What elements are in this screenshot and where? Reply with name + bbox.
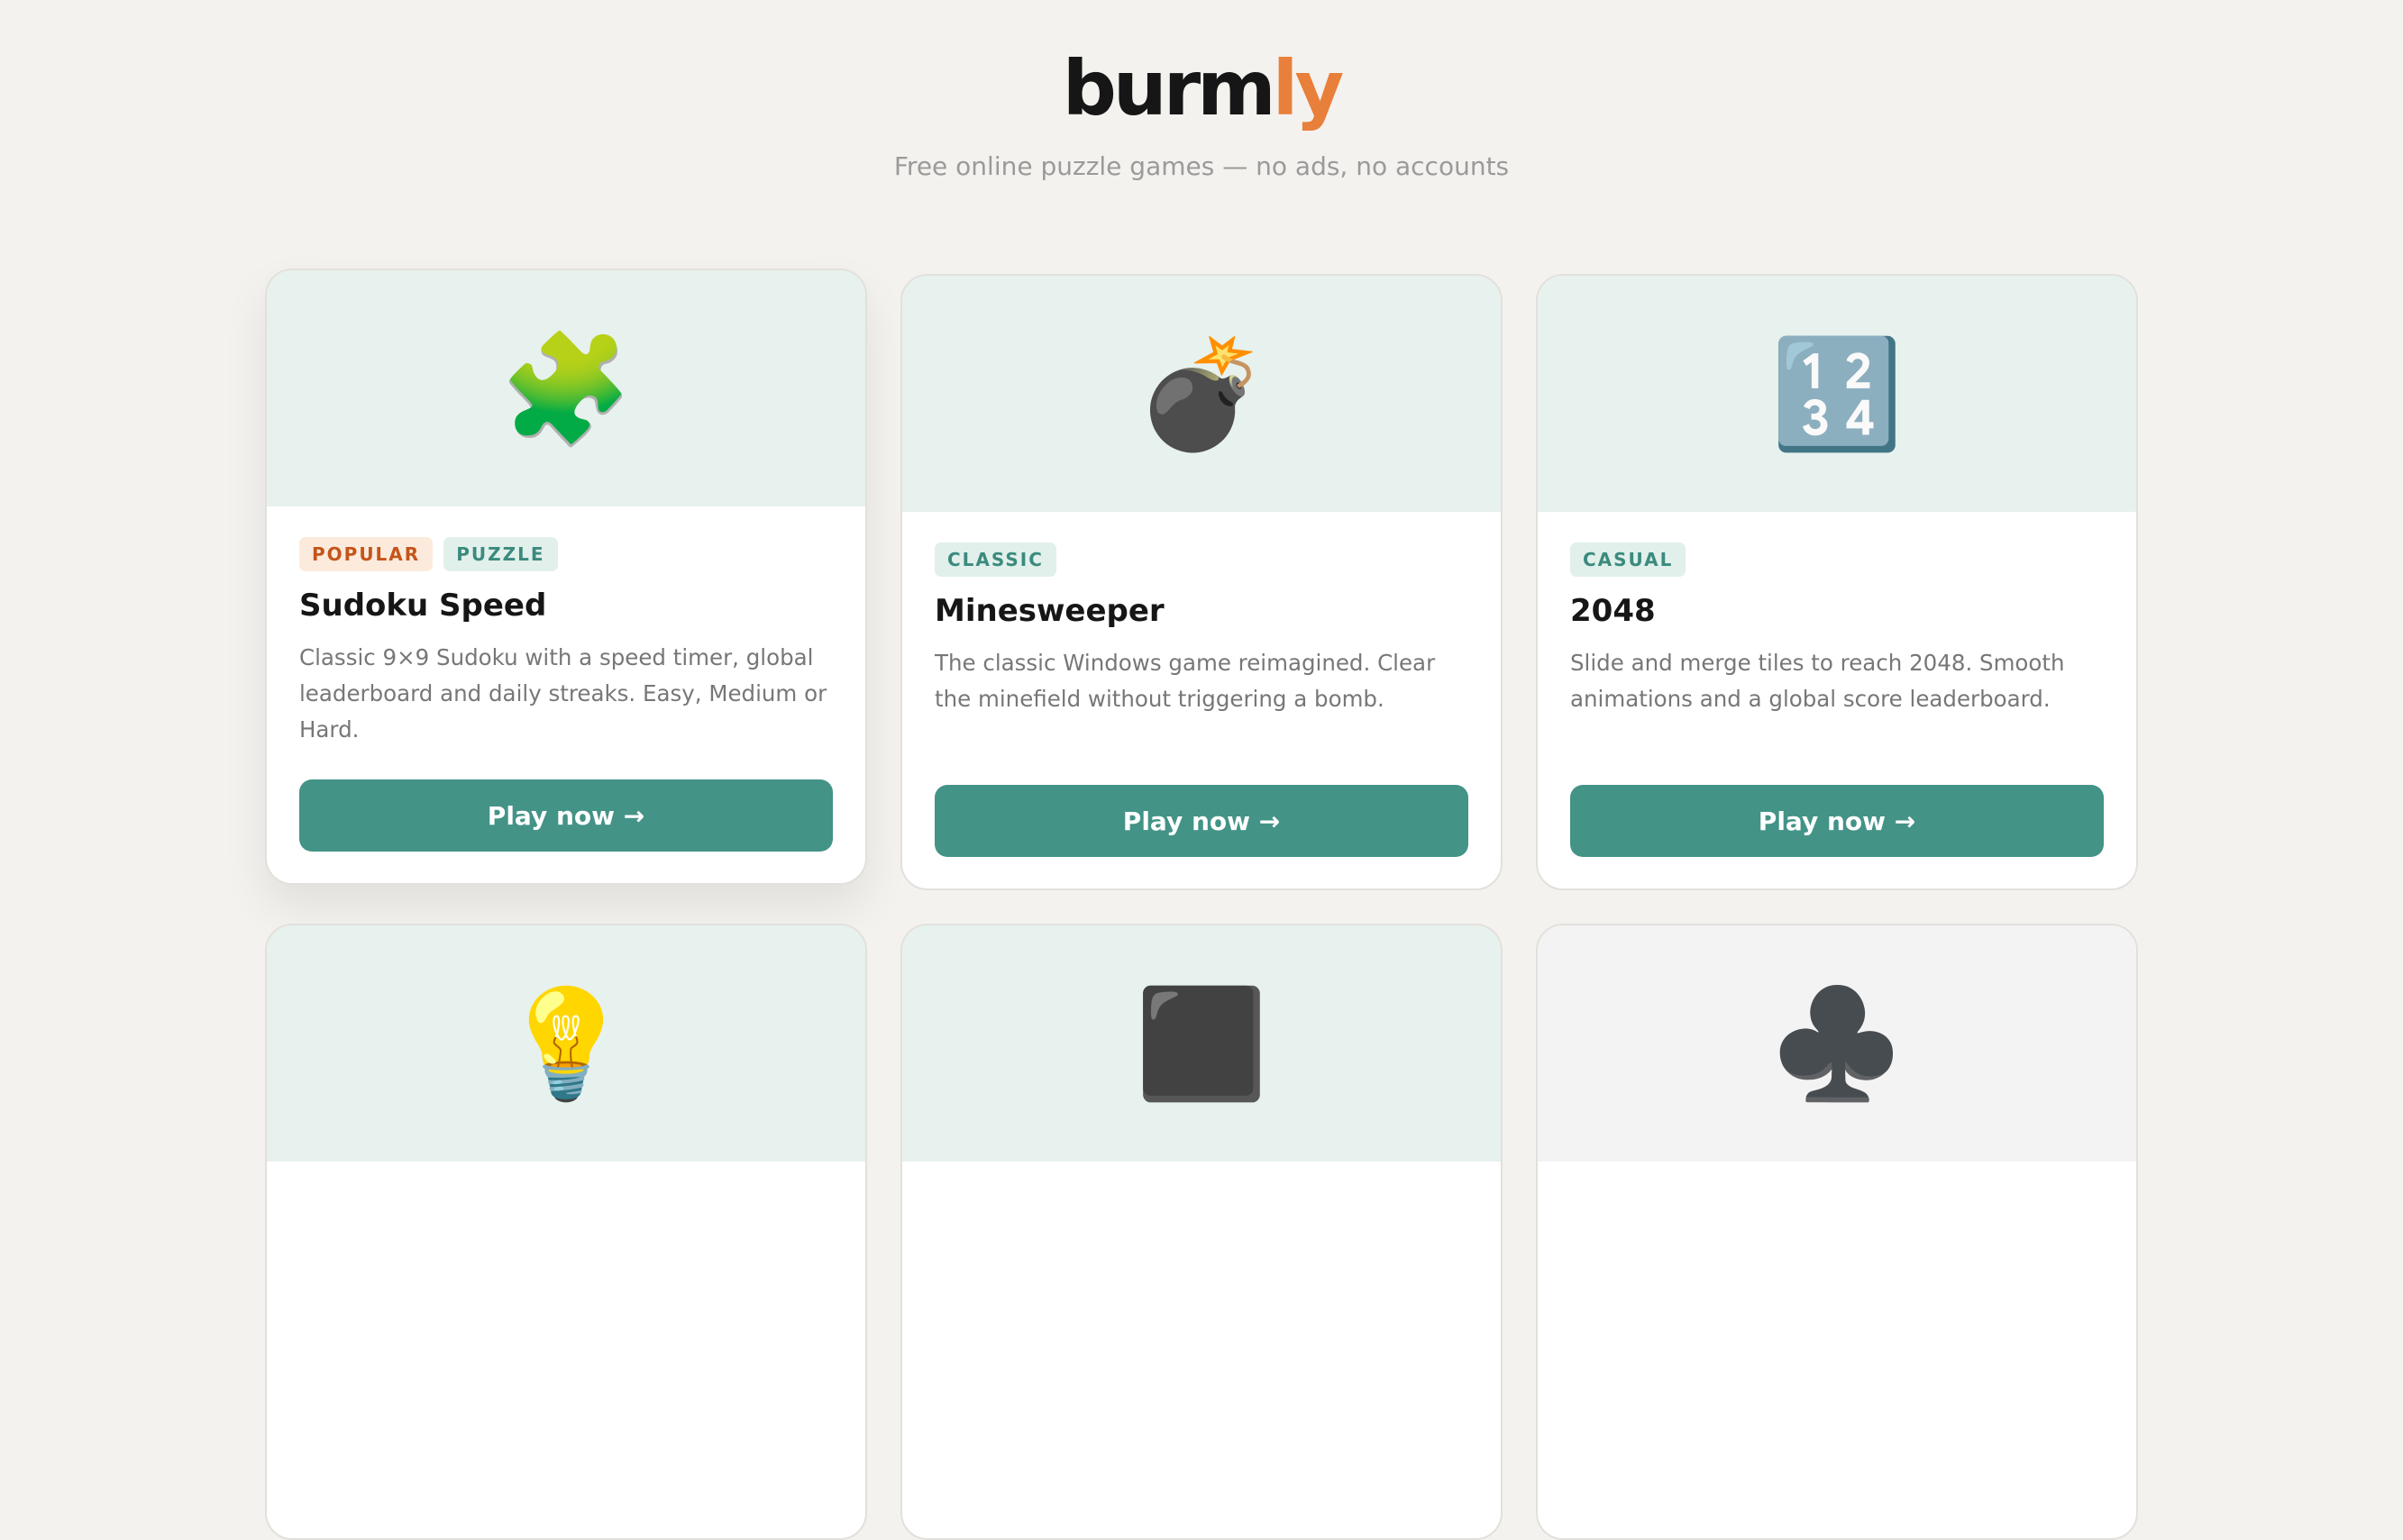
game-card-clubs[interactable]: ♣️ [1536, 924, 2138, 1540]
card-hero: ⬛ [902, 925, 1501, 1162]
card-hero: 💡 [267, 925, 865, 1162]
puzzle-piece-icon: 🧩 [499, 326, 633, 451]
badge-popular: POPULAR [299, 537, 434, 571]
card-title: Minesweeper [935, 593, 1165, 629]
logo-accent: ly [1272, 44, 1345, 132]
play-now-button[interactable]: Play now → [935, 785, 1468, 857]
badges: POPULAR PUZZLE [299, 537, 833, 571]
game-card-2048[interactable]: 🔢 CASUAL 2048 Slide and merge tiles to r… [1536, 274, 2138, 890]
game-card-lightbulb[interactable]: 💡 [265, 924, 867, 1540]
card-hero: 💣 [902, 276, 1501, 512]
card-description: Classic 9×9 Sudoku with a speed timer, g… [299, 644, 827, 743]
page-header: burmly Free online puzzle games — no ads… [0, 0, 2403, 181]
play-now-button[interactable]: Play now → [1570, 785, 2104, 857]
badges: CLASSIC [935, 542, 1468, 577]
logo-main: burm [1062, 44, 1276, 132]
logo[interactable]: burmly [0, 50, 2403, 126]
lightbulb-icon: 💡 [499, 981, 633, 1106]
badge-classic: CLASSIC [935, 542, 1056, 577]
card-body: CLASSIC Minesweeper The classic Windows … [902, 512, 1501, 888]
play-now-button[interactable]: Play now → [299, 779, 833, 852]
card-description: The classic Windows game reimagined. Cle… [935, 650, 1436, 712]
card-hero: 🔢 [1538, 276, 2136, 512]
game-card-black-square[interactable]: ⬛ [900, 924, 1503, 1540]
badge-puzzle: PUZZLE [443, 537, 558, 571]
black-square-icon: ⬛ [1135, 981, 1268, 1106]
tagline: Free online puzzle games — no ads, no ac… [893, 151, 1510, 181]
card-hero: 🧩 [267, 270, 865, 506]
card-description: Slide and merge tiles to reach 2048. Smo… [1570, 650, 2065, 712]
numbers-icon: 🔢 [1770, 332, 1904, 456]
game-card-sudoku[interactable]: 🧩 POPULAR PUZZLE Sudoku Speed Classic 9×… [265, 269, 867, 885]
card-title: Sudoku Speed [299, 588, 547, 624]
game-grid: 🧩 POPULAR PUZZLE Sudoku Speed Classic 9×… [265, 269, 2138, 1540]
badge-casual: CASUAL [1570, 542, 1686, 577]
card-body: POPULAR PUZZLE Sudoku Speed Classic 9×9 … [267, 506, 865, 883]
card-hero: ♣️ [1538, 925, 2136, 1162]
badges: CASUAL [1570, 542, 2104, 577]
game-card-minesweeper[interactable]: 💣 CLASSIC Minesweeper The classic Window… [900, 274, 1503, 890]
card-title: 2048 [1570, 593, 1656, 629]
club-suit-icon: ♣️ [1770, 981, 1904, 1106]
bomb-icon: 💣 [1135, 332, 1268, 456]
card-body: CASUAL 2048 Slide and merge tiles to rea… [1538, 512, 2136, 888]
